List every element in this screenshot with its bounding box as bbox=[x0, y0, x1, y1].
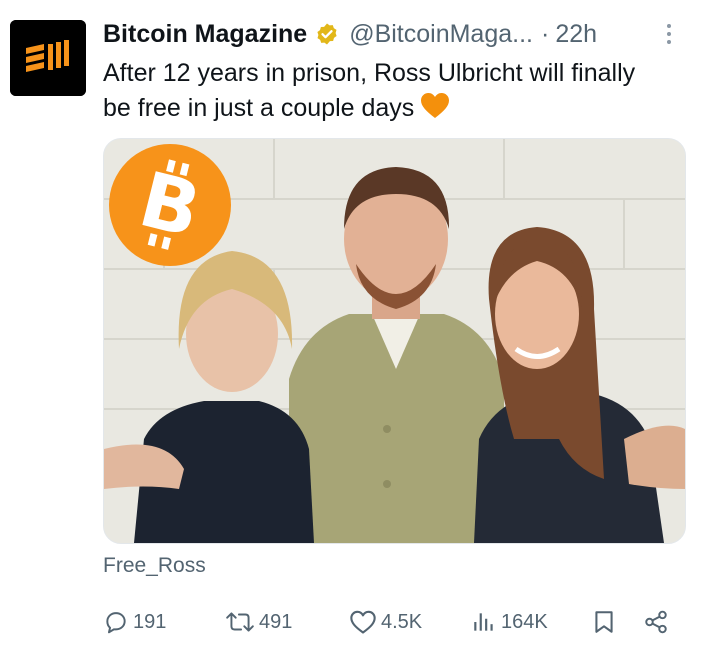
account-name[interactable]: Bitcoin Magazine bbox=[103, 20, 307, 49]
media-caption[interactable]: Free_Ross bbox=[103, 554, 206, 578]
reply-icon bbox=[106, 612, 126, 634]
bitcoin-magazine-logo-icon bbox=[10, 20, 86, 96]
repost-button[interactable]: 491 bbox=[225, 602, 292, 642]
share-button[interactable] bbox=[643, 602, 669, 642]
header-separator: · bbox=[540, 19, 550, 48]
orange-heart-icon bbox=[421, 93, 450, 118]
tweet-media-image[interactable]: B bbox=[103, 138, 686, 544]
bookmark-button[interactable] bbox=[592, 602, 616, 642]
verified-badge-icon bbox=[317, 23, 337, 45]
share-icon bbox=[645, 610, 667, 634]
tweet-timestamp[interactable]: 22h bbox=[555, 20, 597, 49]
photo-illustration: B bbox=[104, 139, 685, 543]
reply-button[interactable]: 191 bbox=[103, 602, 166, 642]
tweet-action-bar: 191 491 4.5K 164K bbox=[103, 602, 683, 642]
view-count: 164K bbox=[501, 610, 548, 633]
repost-count: 491 bbox=[259, 610, 293, 633]
like-button[interactable]: 4.5K bbox=[349, 602, 422, 642]
bitcoin-logo-icon: B bbox=[109, 144, 231, 266]
bookmark-icon bbox=[595, 611, 613, 633]
account-handle[interactable]: @BitcoinMaga... bbox=[349, 20, 533, 49]
heart-outline-icon bbox=[350, 610, 376, 634]
analytics-bars-icon bbox=[474, 613, 493, 631]
account-avatar[interactable] bbox=[10, 20, 86, 96]
tweet-text-content: After 12 years in prison, Ross Ulbricht … bbox=[103, 59, 636, 122]
like-count: 4.5K bbox=[381, 610, 423, 633]
views-button[interactable]: 164K bbox=[471, 602, 548, 642]
tweet-text: After 12 years in prison, Ross Ulbricht … bbox=[103, 56, 663, 126]
reply-count: 191 bbox=[133, 610, 167, 633]
repost-icon bbox=[226, 612, 254, 632]
more-options-icon[interactable] bbox=[660, 20, 678, 50]
tweet: Bitcoin Magazine @BitcoinMaga... · 22h A… bbox=[0, 0, 706, 664]
tweet-header: Bitcoin Magazine @BitcoinMaga... · 22h bbox=[103, 16, 676, 52]
